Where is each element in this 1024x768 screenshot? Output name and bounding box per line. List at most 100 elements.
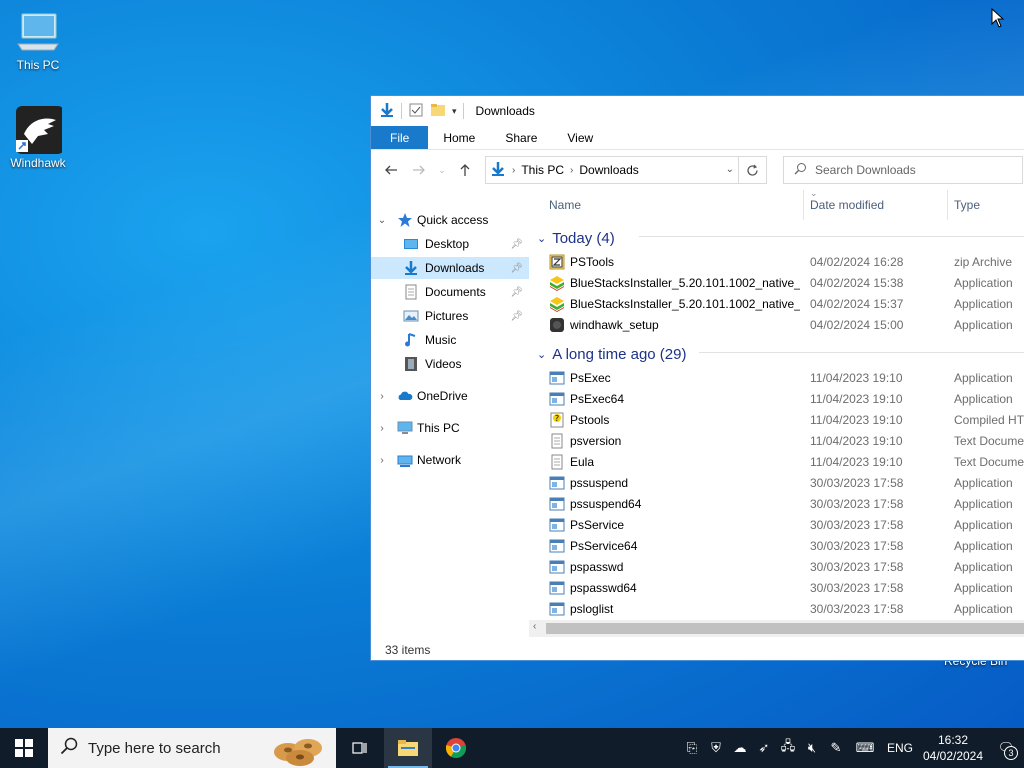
nav-item-documents[interactable]: Documents 📌︎ (371, 281, 529, 303)
task-view-button[interactable] (336, 728, 384, 768)
nav-this-pc[interactable]: › This PC (371, 417, 529, 439)
nav-item-downloads[interactable]: Downloads 📌︎ (371, 257, 529, 279)
tab-home[interactable]: Home (428, 126, 490, 149)
windhawk-setup-icon (549, 317, 565, 333)
network-icon (397, 452, 413, 468)
file-row[interactable]: PsService64 30/03/2023 17:58 Application (529, 535, 1024, 556)
chevron-right-icon[interactable]: › (570, 165, 573, 176)
touch-keyboard-icon[interactable]: ⌨ (848, 728, 882, 768)
pin-icon[interactable]: 📌︎ (510, 239, 523, 250)
back-button[interactable] (379, 158, 403, 182)
file-row[interactable]: windhawk_setup 04/02/2024 15:00 Applicat… (529, 314, 1024, 335)
breadcrumb-this-pc[interactable]: This PC (521, 163, 564, 177)
taskbar-chrome[interactable] (432, 728, 480, 768)
volume-muted-icon[interactable]: 🔇︎ (800, 728, 824, 768)
recent-locations-dropdown-icon[interactable]: ⌄ (435, 158, 449, 182)
chevron-down-icon[interactable]: ⌄ (537, 232, 546, 245)
pin-icon[interactable]: 📌︎ (510, 311, 523, 322)
group-label: A long time ago (29) (552, 346, 687, 363)
title-bar: ▾ Downloads (371, 96, 1024, 126)
column-date-modified[interactable]: Date modified (810, 198, 884, 212)
text-icon (549, 454, 565, 470)
nav-item-desktop[interactable]: Desktop 📌︎ (371, 233, 529, 255)
chevron-down-icon[interactable]: ⌄ (537, 348, 546, 361)
file-row[interactable]: BlueStacksInstaller_5.20.101.1002_native… (529, 293, 1024, 314)
search-icon (794, 162, 807, 178)
quick-access-toolbar-dropdown-icon[interactable]: ▾ (452, 106, 457, 117)
chevron-right-icon[interactable]: › (512, 165, 515, 176)
navigation-pane: ⌄ Quick access Desktop 📌︎ Downloads 📌︎ D (371, 205, 529, 625)
chevron-down-icon[interactable]: ⌄ (377, 215, 387, 226)
file-row[interactable]: PsExec64 11/04/2023 19:10 Application (529, 388, 1024, 409)
column-name[interactable]: Name (549, 198, 581, 212)
refresh-button[interactable] (738, 157, 766, 183)
file-row[interactable]: psloglist 30/03/2023 17:58 Application (529, 598, 1024, 619)
chevron-right-icon[interactable]: › (377, 455, 387, 466)
file-type: Application (954, 276, 1013, 290)
nav-item-videos[interactable]: Videos (371, 353, 529, 375)
horizontal-scrollbar[interactable]: ‹ (529, 620, 1024, 637)
search-icon (60, 737, 78, 759)
file-row[interactable]: Eula 11/04/2023 19:10 Text Documer (529, 451, 1024, 472)
breadcrumb-downloads[interactable]: Downloads (579, 163, 638, 177)
address-bar[interactable]: › This PC › Downloads ⌄ (485, 156, 767, 184)
column-type[interactable]: Type (954, 198, 980, 212)
file-row[interactable]: BlueStacksInstaller_5.20.101.1002_native… (529, 272, 1024, 293)
network-icon[interactable]: 🖧︎ (776, 728, 800, 768)
chevron-right-icon[interactable]: › (377, 423, 387, 434)
windhawk-tray-icon[interactable]: ➶ (752, 728, 776, 768)
taskbar-search-placeholder: Type here to search (88, 739, 221, 757)
file-row[interactable]: pspasswd 30/03/2023 17:58 Application (529, 556, 1024, 577)
help-icon: ? (549, 412, 565, 428)
file-row[interactable]: PsExec 11/04/2023 19:10 Application (529, 367, 1024, 388)
up-button[interactable] (453, 158, 477, 182)
file-name: PsService64 (570, 539, 638, 553)
file-row[interactable]: ? Pstools 11/04/2023 19:10 Compiled HT (529, 409, 1024, 430)
tray-app-icon[interactable]: ⎘ (680, 728, 704, 768)
forward-button[interactable] (407, 158, 431, 182)
scroll-left-icon[interactable]: ‹ (533, 621, 536, 632)
file-row[interactable]: pssuspend64 30/03/2023 17:58 Application (529, 493, 1024, 514)
scrollbar-thumb[interactable] (546, 623, 1024, 634)
tab-view[interactable]: View (552, 126, 608, 149)
start-button[interactable] (0, 728, 48, 768)
chevron-right-icon[interactable]: › (377, 391, 387, 402)
onedrive-cloud-icon[interactable]: ☁ (728, 728, 752, 768)
tab-file[interactable]: File (371, 126, 429, 149)
file-date: 30/03/2023 17:58 (810, 476, 904, 490)
app-icon (549, 370, 565, 386)
nav-network[interactable]: › Network (371, 449, 529, 471)
notification-center-button[interactable]: 🗨︎ 3 (988, 728, 1024, 768)
properties-icon[interactable] (408, 102, 424, 121)
file-row[interactable]: psversion 11/04/2023 19:10 Text Documer (529, 430, 1024, 451)
clock[interactable]: 16:32 04/02/2024 (918, 732, 988, 764)
search-input[interactable]: Search Downloads (783, 156, 1023, 184)
app-icon (549, 391, 565, 407)
file-date: 11/04/2023 19:10 (810, 392, 903, 406)
taskbar-search-box[interactable]: Type here to search (48, 728, 336, 768)
nav-quick-access[interactable]: ⌄ Quick access (371, 209, 529, 231)
new-folder-icon[interactable] (430, 102, 446, 121)
group-header-long-ago[interactable]: ⌄ A long time ago (29) (537, 346, 686, 363)
nav-item-pictures[interactable]: Pictures 📌︎ (371, 305, 529, 327)
pen-icon[interactable]: ✎ (824, 728, 848, 768)
nav-label: Downloads (425, 261, 485, 275)
group-header-today[interactable]: ⌄ Today (4) (537, 230, 615, 247)
file-row[interactable]: pspasswd64 30/03/2023 17:58 Application (529, 577, 1024, 598)
input-language[interactable]: ENG (882, 728, 918, 768)
file-date: 11/04/2023 19:10 (810, 413, 903, 427)
file-row[interactable]: PSTools 04/02/2024 16:28 zip Archive (529, 251, 1024, 272)
file-date: 30/03/2023 17:58 (810, 560, 904, 574)
tab-share[interactable]: Share (490, 126, 552, 149)
nav-onedrive[interactable]: › OneDrive (371, 385, 529, 407)
pin-icon[interactable]: 📌︎ (510, 263, 523, 274)
file-row[interactable]: pssuspend 30/03/2023 17:58 Application (529, 472, 1024, 493)
nav-item-music[interactable]: Music (371, 329, 529, 351)
desktop-icon-windhawk[interactable]: Windhawk (6, 106, 70, 170)
taskbar-file-explorer[interactable] (384, 728, 432, 768)
pin-icon[interactable]: 📌︎ (510, 287, 523, 298)
file-row[interactable]: PsService 30/03/2023 17:58 Application (529, 514, 1024, 535)
desktop-icon-this-pc[interactable]: This PC (6, 8, 70, 72)
windows-security-icon[interactable]: ⛨ (704, 728, 728, 768)
chevron-down-icon[interactable]: ⌄ (726, 164, 734, 175)
